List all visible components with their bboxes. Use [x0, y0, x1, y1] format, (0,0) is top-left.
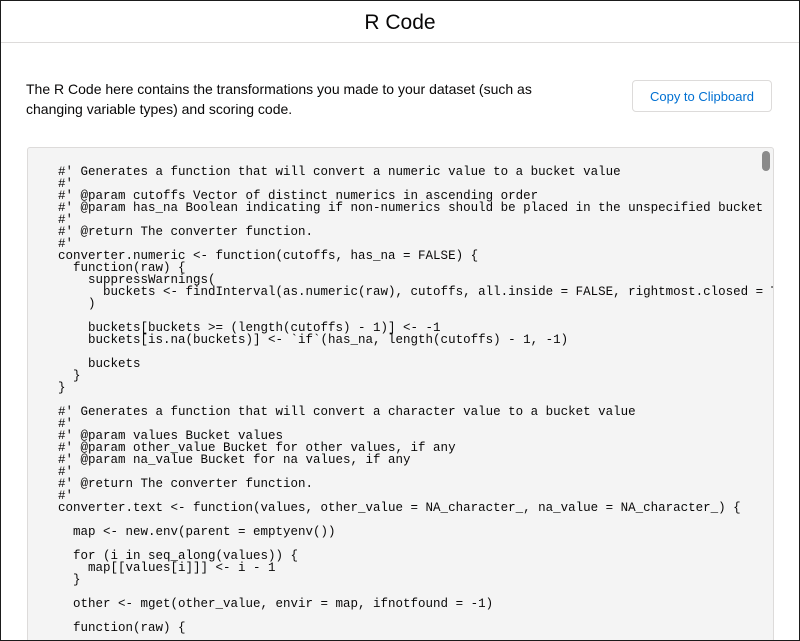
code-line: other <- mget(other_value, envir = map, … [58, 597, 494, 611]
copy-to-clipboard-button[interactable]: Copy to Clipboard [632, 80, 772, 112]
modal-title: R Code [364, 10, 436, 34]
scrollbar-thumb[interactable] [762, 151, 770, 171]
code-line: #' @return The converter function. [58, 225, 314, 239]
code-line: #' @return The converter function. [58, 477, 314, 491]
code-line: ) [58, 297, 96, 311]
modal-header: R Code [1, 1, 799, 43]
code-line: #' @param na_value Bucket for na values,… [58, 453, 411, 467]
code-line: #' Generates a function that will conver… [58, 165, 621, 179]
modal-description: The R Code here contains the transformat… [26, 81, 532, 117]
code-line: buckets[is.na(buckets)] <- `if`(has_na, … [58, 333, 569, 347]
code-line: map[[values[i]]] <- i - 1 [58, 561, 276, 575]
code-line: #' Generates a function that will conver… [58, 405, 636, 419]
code-line: function(raw) { [58, 621, 186, 635]
r-code-modal: R Code The R Code here contains the tran… [0, 0, 800, 641]
code-line: } [58, 573, 81, 587]
code-block: #' Generates a function that will conver… [58, 165, 774, 635]
code-viewer[interactable]: #' Generates a function that will conver… [27, 147, 774, 640]
code-line: map <- new.env(parent = emptyenv()) [58, 525, 336, 539]
code-line: } [58, 381, 66, 395]
vertical-scrollbar[interactable] [759, 148, 773, 640]
code-line: } [58, 369, 81, 383]
code-line: buckets [58, 357, 141, 371]
code-line: converter.text <- function(values, other… [58, 501, 741, 515]
code-line: buckets <- findInterval(as.numeric(raw),… [58, 285, 774, 299]
code-line: #' @param has_na Boolean indicating if n… [58, 201, 764, 215]
